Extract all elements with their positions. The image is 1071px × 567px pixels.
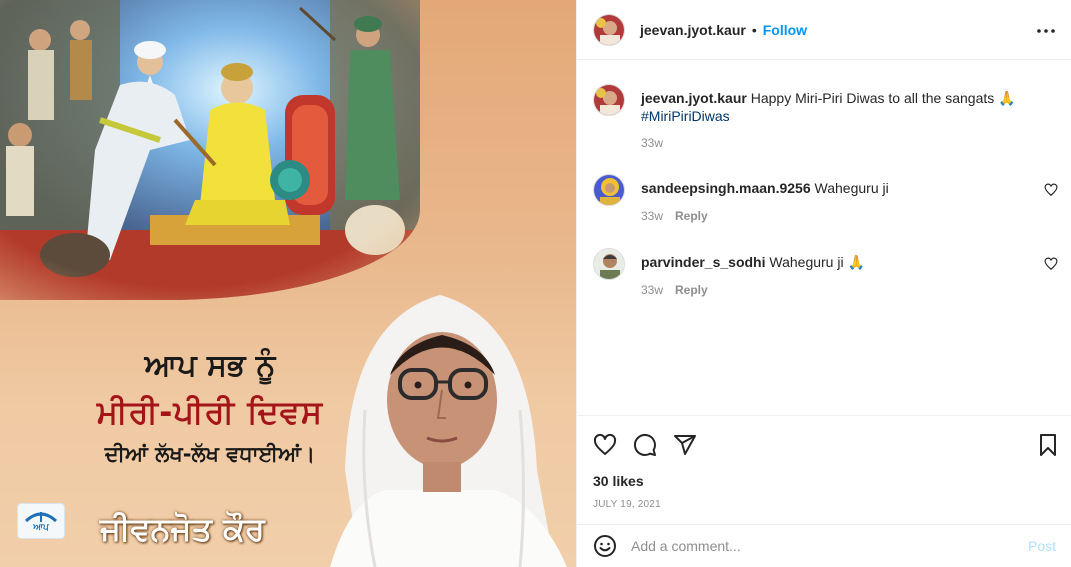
comment-text: Waheguru ji 🙏	[769, 254, 865, 270]
caption-avatar[interactable]	[593, 84, 625, 116]
party-logo-text: ਆਪ	[33, 523, 49, 533]
party-logo: ਆਪ	[17, 503, 65, 539]
comment-avatar-image	[594, 175, 624, 205]
comment-username[interactable]: sandeepsingh.maan.9256	[641, 180, 811, 196]
comment-avatar[interactable]	[593, 174, 625, 206]
like-heart-icon[interactable]	[593, 433, 617, 457]
caption-row: jeevan.jyot.kaur Happy Miri-Piri Diwas t…	[593, 84, 1058, 154]
comment-body: parvinder_s_sodhi Waheguru ji 🙏	[641, 253, 1036, 271]
comment-time[interactable]: 33w	[641, 283, 663, 297]
caption-body: jeevan.jyot.kaur Happy Miri-Piri Diwas t…	[641, 89, 1036, 125]
more-options-icon[interactable]	[1034, 19, 1058, 43]
post-details-panel: jeevan.jyot.kaur • Follow jeevan.jyot.ka…	[576, 0, 1071, 567]
author-avatar[interactable]	[593, 13, 625, 46]
comment-text: Waheguru ji	[814, 180, 889, 196]
header-separator: •	[751, 21, 757, 38]
signature-name: ਜੀਵਨਜੋਤ ਕੌਰ	[100, 510, 265, 548]
save-bookmark-icon[interactable]	[1036, 433, 1060, 457]
comment-like-heart-icon[interactable]	[1044, 257, 1058, 271]
portrait-photo	[330, 295, 567, 567]
post-image[interactable]: ਆਪ ਸਭ ਨੂੰ ਮੀਰੀ-ਪੀਰੀ ਦਿਵਸ ਦੀਆਂ ਲੱਖ-ਲੱਖ ਵਧ…	[0, 0, 576, 567]
comment-row: parvinder_s_sodhi Waheguru ji 🙏 33w Reply	[593, 248, 1058, 298]
post-comment-button[interactable]: Post	[1028, 538, 1056, 554]
share-paper-plane-icon[interactable]	[673, 433, 697, 457]
painting-illustration	[0, 0, 420, 300]
comment-avatar-image	[594, 249, 624, 279]
caption-text: Happy Miri-Piri Diwas to all the sangats…	[750, 90, 1016, 106]
comment-bubble-icon[interactable]	[633, 433, 657, 457]
caption-username[interactable]: jeevan.jyot.kaur	[641, 90, 747, 106]
author-avatar-image	[594, 14, 624, 45]
comments-section: jeevan.jyot.kaur Happy Miri-Piri Diwas t…	[577, 60, 1071, 415]
broom-logo-icon	[24, 512, 58, 523]
header-username[interactable]: jeevan.jyot.kaur	[640, 22, 746, 38]
post-date[interactable]: JULY 19, 2021	[593, 499, 661, 510]
caption-hashtag[interactable]: #MiriPiriDiwas	[641, 108, 730, 124]
comment-reply-button[interactable]: Reply	[675, 209, 708, 223]
comment-reply-button[interactable]: Reply	[675, 283, 708, 297]
caption-time[interactable]: 33w	[641, 136, 663, 150]
comment-input[interactable]	[631, 538, 1028, 554]
comment-like-heart-icon[interactable]	[1044, 183, 1058, 197]
post-header: jeevan.jyot.kaur • Follow	[577, 0, 1071, 60]
caption-avatar-image	[594, 85, 624, 115]
comment-meta: 33w Reply	[641, 283, 708, 297]
comment-row: sandeepsingh.maan.9256 Waheguru ji 33w Re…	[593, 174, 1058, 224]
comment-username[interactable]: parvinder_s_sodhi	[641, 254, 766, 270]
likes-count[interactable]: 30 likes	[593, 473, 644, 489]
add-comment-bar: Post	[577, 524, 1071, 567]
action-icons	[593, 433, 697, 457]
comment-time[interactable]: 33w	[641, 209, 663, 223]
comment-avatar[interactable]	[593, 248, 625, 280]
comment-body: sandeepsingh.maan.9256 Waheguru ji	[641, 179, 1036, 197]
comment-meta: 33w Reply	[641, 209, 708, 223]
follow-button[interactable]: Follow	[763, 22, 807, 38]
emoji-smiley-icon[interactable]	[593, 534, 617, 558]
